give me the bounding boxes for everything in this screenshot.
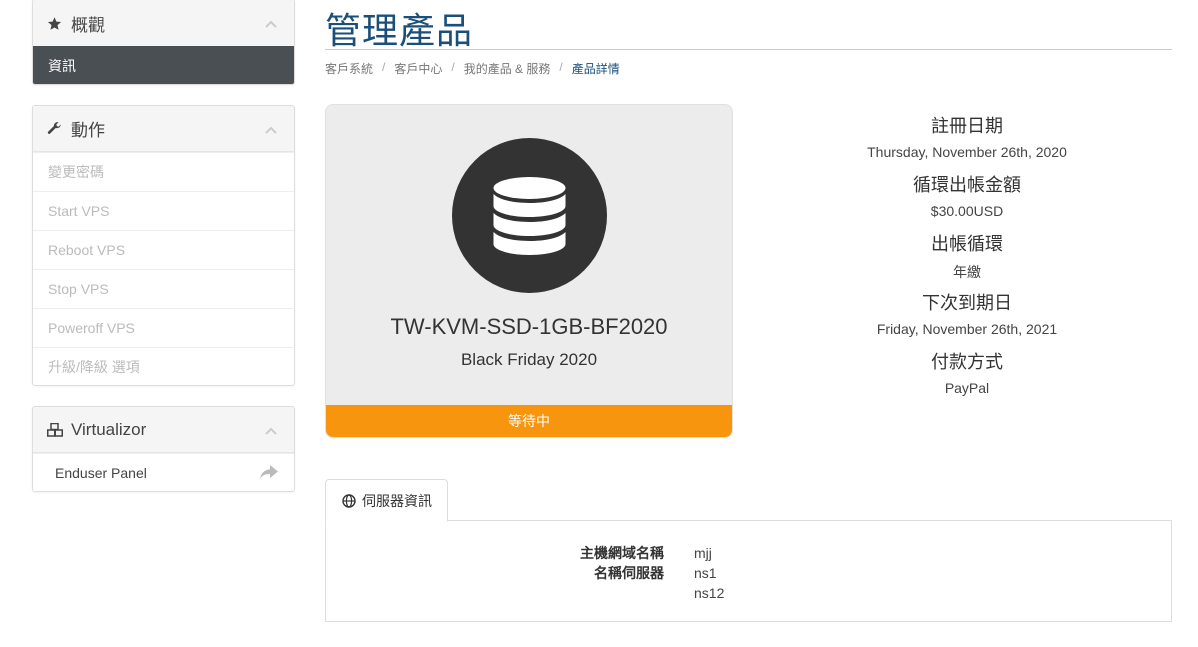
nameserver-1-value: ns1 [694,565,717,581]
server-info-panel: 主機網域名稱 名稱伺服器 mjj ns1 ns12 [325,520,1172,622]
star-icon [47,16,65,31]
sidebar-item-label: Enduser Panel [55,465,147,481]
breadcrumb: 客戶系統 / 客戶中心 / 我的產品 & 服務 / 產品詳情 [325,60,620,77]
chevron-up-icon[interactable] [264,421,278,441]
actions-panel-title: 動作 [71,121,105,140]
overview-panel: 概觀 資訊 [32,0,295,85]
breadcrumb-client-center[interactable]: 客戶中心 [394,60,442,77]
sidebar-item-upgrade-downgrade[interactable]: 升級/降級 選項 [33,347,294,385]
billing-cycle-block: 出帳循環 年繳 [767,230,1167,282]
billing-cycle-value: 年繳 [953,264,981,280]
status-badge: 等待中 [326,405,732,437]
recurring-amount-block: 循環出帳金額 $30.00USD [767,171,1167,219]
product-name: TW-KVM-SSD-1GB-BF2020 [390,314,668,339]
payment-method-label: 付款方式 [931,352,1003,372]
sidebar-item-label: 資訊 [48,57,76,74]
sidebar-item-info[interactable]: 資訊 [33,46,294,84]
page-title: 管理產品 [325,10,474,51]
breadcrumb-my-services[interactable]: 我的產品 & 服務 [464,60,551,77]
share-icon [260,465,278,483]
globe-icon [342,493,356,508]
next-due-date-label: 下次到期日 [922,293,1012,313]
tab-label: 伺服器資訊 [362,492,432,509]
payment-method-block: 付款方式 PayPal [767,348,1167,396]
tab-server-info[interactable]: 伺服器資訊 [325,479,448,522]
sidebar-item-poweroff-vps[interactable]: Poweroff VPS [33,308,294,347]
recurring-amount-label: 循環出帳金額 [913,175,1021,195]
breadcrumb-current: 產品詳情 [571,62,620,76]
actions-panel: 動作 變更密碼 Start VPS Reboot VPS Stop VPS Po… [32,105,295,386]
sidebar-item-change-password[interactable]: 變更密碼 [33,152,294,191]
registration-date-block: 註冊日期 Thursday, November 26th, 2020 [767,112,1167,160]
recurring-amount-value: $30.00USD [930,203,1004,219]
virtualizor-panel: Virtualizor Enduser Panel [32,406,295,492]
hostname-value: mjj [694,545,712,561]
sidebar-item-label: Start VPS [48,203,110,219]
sidebar-item-label: Reboot VPS [48,242,126,258]
virtualizor-panel-title: Virtualizor [71,419,147,439]
chevron-up-icon[interactable] [264,120,278,140]
sidebar-item-label: Poweroff VPS [48,320,135,336]
hostname-label: 主機網域名稱 [580,545,664,561]
breadcrumb-client-area[interactable]: 客戶系統 [325,60,373,77]
product-card: TW-KVM-SSD-1GB-BF2020 Black Friday 2020 … [325,104,733,438]
breadcrumb-separator: / [559,60,563,74]
nameservers-label: 名稱伺服器 [594,565,664,581]
next-due-date-value: Friday, November 26th, 2021 [876,321,1058,337]
registration-date-value: Thursday, November 26th, 2020 [867,144,1067,160]
registration-date-label: 註冊日期 [931,116,1003,136]
title-divider [325,49,1172,50]
sidebar-item-enduser-panel[interactable]: Enduser Panel [33,453,294,491]
sidebar-item-label: Stop VPS [48,281,109,297]
product-group: Black Friday 2020 [460,350,598,369]
chevron-up-icon[interactable] [264,14,278,34]
cubes-icon [47,422,65,437]
breadcrumb-separator: / [382,60,386,74]
virtualizor-panel-header[interactable]: Virtualizor [33,407,294,453]
breadcrumb-separator: / [451,60,455,74]
overview-panel-title: 概觀 [71,15,105,35]
sidebar-item-stop-vps[interactable]: Stop VPS [33,269,294,308]
nameserver-2-value: ns12 [694,585,725,601]
database-icon [452,138,607,293]
wrench-icon [47,121,65,136]
server-info-values: mjj ns1 ns12 [694,543,724,603]
server-info-labels: 主機網域名稱 名稱伺服器 [326,543,664,583]
actions-panel-header[interactable]: 動作 [33,106,294,152]
sidebar-item-label: 變更密碼 [48,164,104,180]
sidebar-item-start-vps[interactable]: Start VPS [33,191,294,230]
sidebar-item-label: 升級/降級 選項 [48,359,140,375]
sidebar-item-reboot-vps[interactable]: Reboot VPS [33,230,294,269]
billing-cycle-label: 出帳循環 [931,234,1003,254]
next-due-date-block: 下次到期日 Friday, November 26th, 2021 [767,289,1167,337]
payment-method-value: PayPal [944,380,990,396]
overview-panel-header[interactable]: 概觀 [33,0,294,46]
